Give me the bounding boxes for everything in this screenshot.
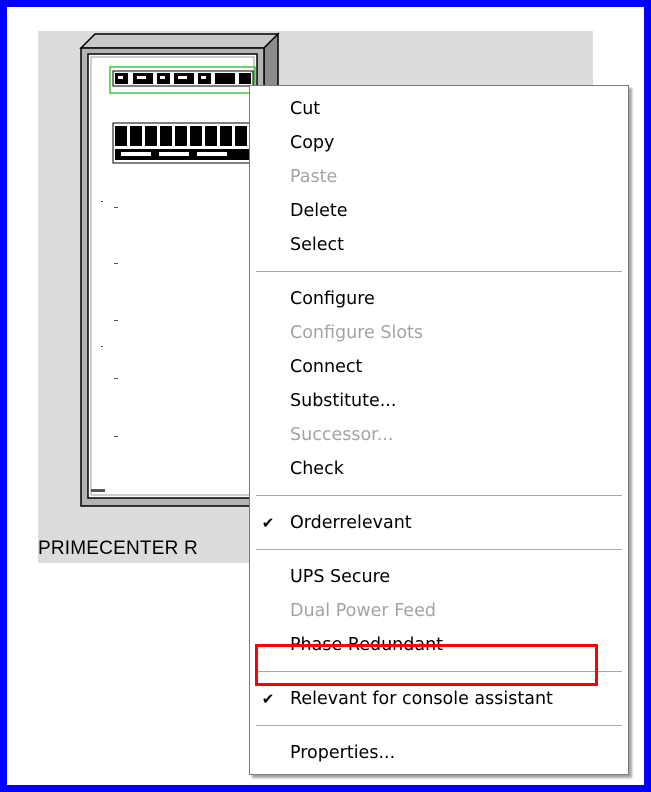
menu-item-check[interactable]: Check (250, 452, 628, 486)
menu-item-label: Properties... (290, 743, 396, 763)
menu-item-label: UPS Secure (290, 567, 391, 587)
menu-item-label: Substitute... (290, 391, 397, 411)
menu-item-configure[interactable]: Configure (250, 282, 628, 316)
menu-item-label: Orderrelevant (290, 513, 412, 533)
menu-separator (256, 495, 622, 497)
menu-item-select[interactable]: Select (250, 228, 628, 262)
menu-item-orderrelevant[interactable]: ✔ Orderrelevant (250, 506, 628, 540)
menu-item-label: Delete (290, 201, 348, 221)
device-label: PRIMECENTER R (38, 538, 198, 559)
menu-item-label: Connect (290, 357, 363, 377)
menu-separator (256, 725, 622, 727)
menu-item-paste: Paste (250, 160, 628, 194)
menu-item-substitute[interactable]: Substitute... (250, 384, 628, 418)
menu-item-label: Cut (290, 99, 321, 119)
menu-item-label: Relevant for console assistant (290, 689, 553, 709)
menu-item-relevant-for-console-assistant[interactable]: ✔ Relevant for console assistant (250, 682, 628, 716)
menu-item-delete[interactable]: Delete (250, 194, 628, 228)
menu-item-cut[interactable]: Cut (250, 92, 628, 126)
checkmark-icon: ✔ (261, 514, 275, 532)
checkmark-icon: ✔ (261, 690, 275, 708)
menu-item-copy[interactable]: Copy (250, 126, 628, 160)
menu-item-label: Configure Slots (290, 323, 424, 343)
menu-item-label: Configure (290, 289, 375, 309)
menu-separator (256, 549, 622, 551)
menu-item-label: Dual Power Feed (290, 601, 436, 621)
menu-separator (256, 271, 622, 273)
menu-item-label: Successor... (290, 425, 394, 445)
menu-item-label: Paste (290, 167, 338, 187)
highlight-box (255, 644, 598, 686)
menu-item-label: Copy (290, 133, 335, 153)
rack-unit-2[interactable] (112, 122, 254, 164)
menu-item-configure-slots: Configure Slots (250, 316, 628, 350)
menu-item-successor: Successor... (250, 418, 628, 452)
menu-item-connect[interactable]: Connect (250, 350, 628, 384)
menu-item-label: Select (290, 235, 344, 255)
menu-item-properties[interactable]: Properties... (250, 736, 628, 770)
menu-item-dual-power-feed: Dual Power Feed (250, 594, 628, 628)
menu-item-label: Check (290, 459, 344, 479)
menu-item-ups-secure[interactable]: UPS Secure (250, 560, 628, 594)
